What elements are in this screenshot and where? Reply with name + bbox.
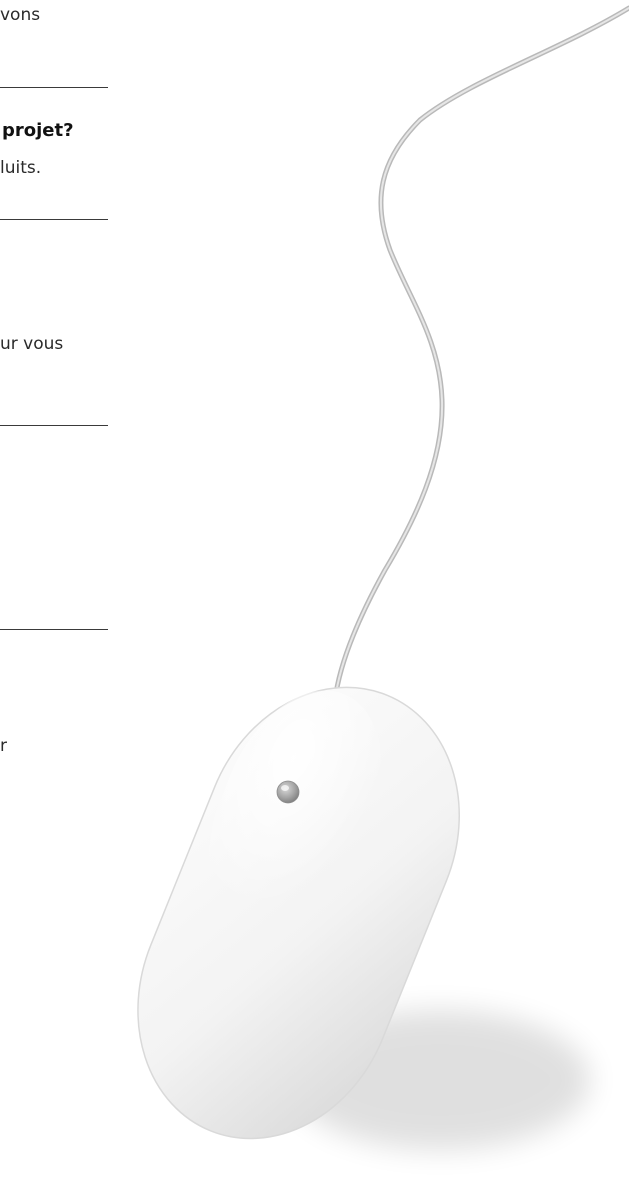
mouse-cable-highlight: [334, 7, 629, 701]
scroll-ball-icon: [276, 780, 300, 804]
computer-mouse-illustration: [137, 5, 629, 1150]
mouse-cable: [332, 5, 629, 703]
scroll-ball-highlight: [281, 785, 289, 791]
